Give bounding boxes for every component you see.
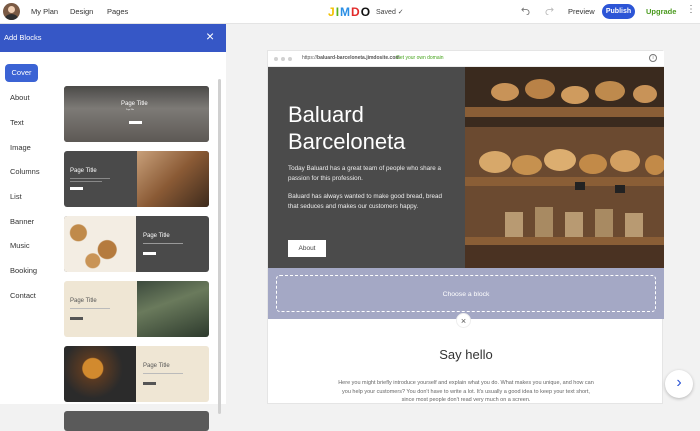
thumb-subtitle: Page Title: [126, 109, 134, 111]
category-about[interactable]: About: [10, 93, 30, 102]
hero-title[interactable]: Baluard Barceloneta: [288, 101, 405, 155]
choose-block-button[interactable]: Choose a block: [276, 275, 656, 312]
get-domain-link[interactable]: Get your own domain: [396, 55, 444, 61]
hero-paragraph-2[interactable]: Baluard has always wanted to make good b…: [288, 192, 448, 212]
cover-thumb-4[interactable]: Page Title: [64, 281, 209, 337]
chevron-right-icon[interactable]: ›: [665, 370, 693, 398]
nav-design[interactable]: Design: [70, 7, 93, 16]
thumb-title: Page Title: [70, 168, 97, 174]
cover-thumb-5[interactable]: Page Title: [64, 346, 209, 402]
say-hello-heading[interactable]: Say hello: [268, 347, 664, 362]
hero-bakery-image[interactable]: [465, 67, 664, 268]
choose-block-area: Choose a block: [268, 268, 664, 319]
cover-thumb-2[interactable]: Page Title: [64, 151, 209, 207]
top-bar: My Plan Design Pages JIMDO Saved ✓ Previ…: [0, 0, 700, 24]
site-preview-window: https://baluard-barceloneta.jimdosite.co…: [267, 50, 664, 405]
avatar[interactable]: [3, 3, 20, 20]
thumb-title: Page Title: [143, 363, 170, 369]
upgrade-button[interactable]: Upgrade: [646, 7, 676, 16]
publish-button[interactable]: Publish: [602, 4, 635, 19]
panel-title: Add Blocks: [4, 33, 42, 42]
jimdo-logo: JIMDO: [328, 5, 372, 19]
close-icon[interactable]: ×: [206, 29, 214, 43]
panel-header: Add Blocks ×: [0, 24, 226, 52]
add-blocks-panel: Add Blocks × Cover About Text Image Colu…: [0, 24, 226, 431]
category-cover[interactable]: Cover: [5, 64, 38, 82]
about-button[interactable]: About: [288, 240, 326, 257]
category-image[interactable]: Image: [10, 143, 31, 152]
category-text[interactable]: Text: [10, 118, 24, 127]
cover-thumb-6[interactable]: [64, 411, 209, 431]
saved-status: Saved ✓: [376, 9, 404, 16]
nav-pages[interactable]: Pages: [107, 7, 128, 16]
category-booking[interactable]: Booking: [10, 266, 37, 275]
hero-paragraph-1[interactable]: Today Baluard has a great team of people…: [288, 164, 448, 184]
url-text: https://baluard-barceloneta.jimdosite.co…: [302, 55, 400, 61]
cover-thumb-1[interactable]: Page Title Page Title: [64, 86, 209, 142]
category-list[interactable]: List: [10, 192, 22, 201]
info-icon[interactable]: i: [649, 54, 657, 62]
nav-my-plan[interactable]: My Plan: [31, 7, 58, 16]
category-columns[interactable]: Columns: [10, 167, 40, 176]
undo-icon[interactable]: [521, 6, 530, 18]
category-music[interactable]: Music: [10, 241, 30, 250]
cover-thumb-3[interactable]: Page Title: [64, 216, 209, 272]
say-hello-text[interactable]: Here you might briefly introduce yoursel…: [336, 379, 596, 405]
thumb-title: Page Title: [143, 233, 170, 239]
category-contact[interactable]: Contact: [10, 291, 36, 300]
browser-bar: https://baluard-barceloneta.jimdosite.co…: [268, 51, 664, 67]
more-icon[interactable]: ⋮: [686, 5, 696, 15]
category-banner[interactable]: Banner: [10, 217, 34, 226]
hero-text-area: Baluard Barceloneta Today Baluard has a g…: [268, 67, 465, 277]
preview-button[interactable]: Preview: [568, 7, 595, 16]
thumb-title: Page Title: [70, 298, 97, 304]
redo-icon[interactable]: [545, 6, 554, 18]
thumb-title: Page Title: [121, 101, 148, 107]
panel-scrollbar[interactable]: [218, 79, 221, 414]
close-icon[interactable]: ×: [456, 313, 471, 328]
